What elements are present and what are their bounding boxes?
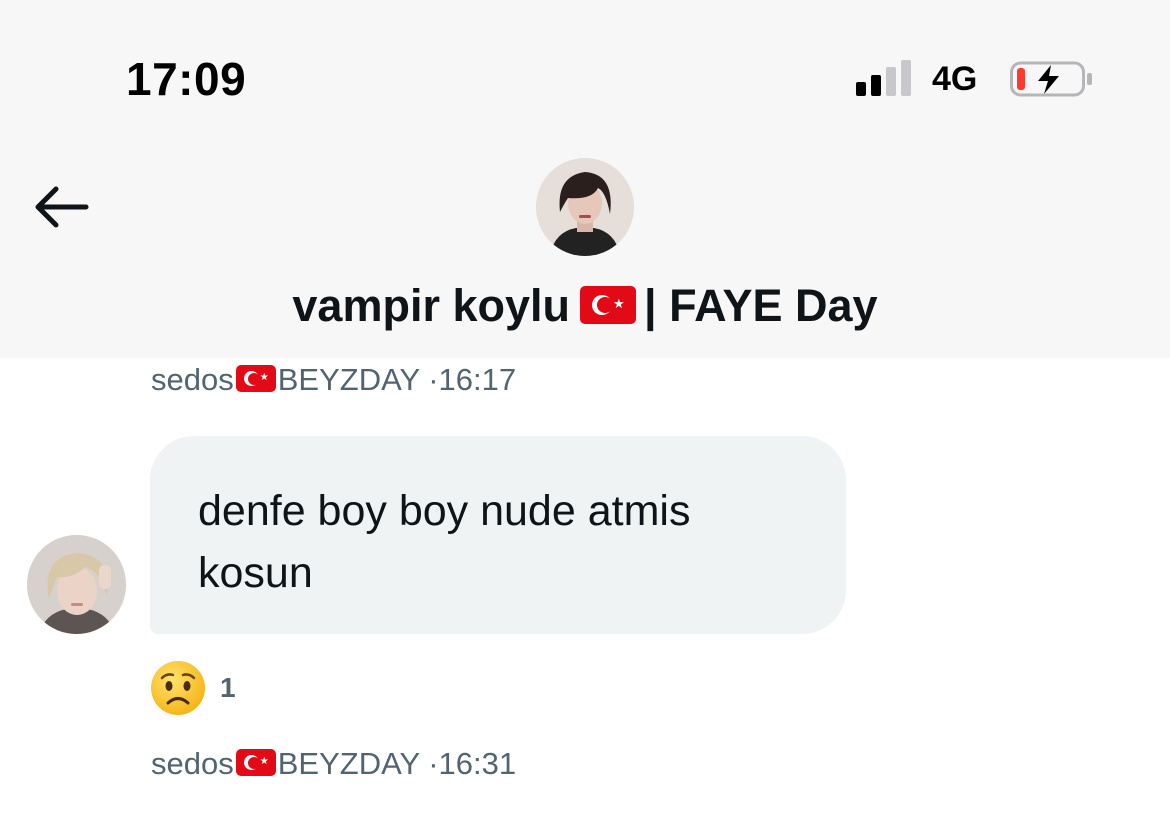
sender-name-suffix: BEYZDAY [277, 362, 420, 397]
sender-name-suffix: BEYZDAY [277, 746, 420, 781]
message-time: ·16:31 [428, 746, 517, 781]
message-time: ·16:17 [428, 362, 517, 397]
conversation-name: vampir koylu [292, 280, 571, 331]
message-meta: sedos ★ BEYZDAY ·16:17 [151, 362, 516, 398]
arrow-left-icon [35, 186, 89, 228]
status-time: 17:09 [126, 53, 247, 105]
back-button[interactable] [30, 180, 92, 234]
sender-avatar[interactable] [27, 535, 126, 634]
message-bubble[interactable]: denfe boy boy nude atmis kosun [150, 436, 846, 634]
reaction-pill[interactable]: 1 [150, 660, 236, 716]
turkey-flag-icon: ★ [235, 365, 276, 393]
sender-name-prefix: sedos [151, 362, 234, 397]
profile-avatar[interactable] [536, 158, 634, 256]
battery-charging-icon [1010, 60, 1094, 98]
signal-strength-icon [856, 60, 914, 96]
conversation-header: 17:09 4G vampir koylu ★ | FAYE Day [0, 0, 1170, 358]
message-meta: sedos ★ BEYZDAY ·16:31 [151, 746, 516, 782]
turkey-flag-icon: ★ [235, 749, 276, 777]
worried-face-icon [151, 661, 205, 715]
sender-name-prefix: sedos [151, 746, 234, 781]
conversation-name-suffix: | FAYE Day [644, 280, 878, 331]
message-text-line: denfe boy boy nude atmis [198, 487, 691, 535]
conversation-title: vampir koylu ★ | FAYE Day [0, 280, 1170, 332]
reaction-count: 1 [220, 672, 236, 703]
message-text-line: kosun [198, 549, 313, 597]
turkey-flag-icon: ★ [580, 286, 637, 325]
network-type: 4G [932, 60, 978, 98]
